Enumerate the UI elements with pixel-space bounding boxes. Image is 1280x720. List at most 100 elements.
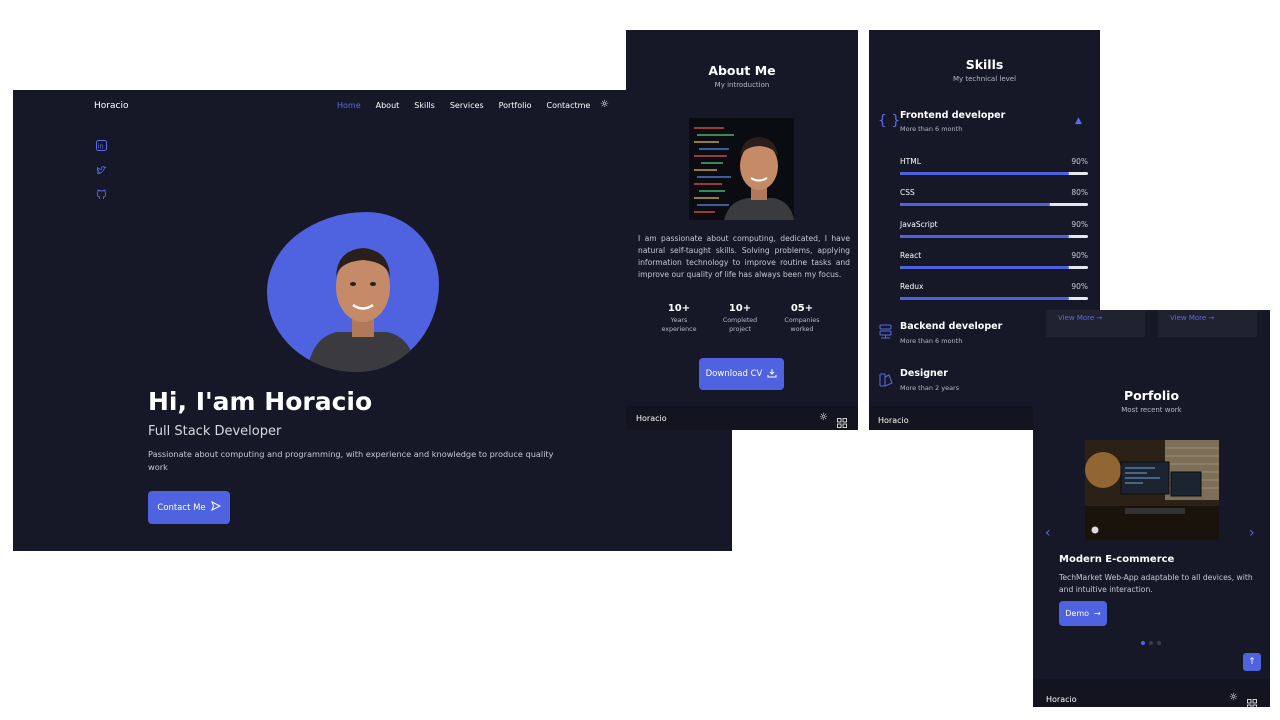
nav-logo[interactable]: Horacio bbox=[94, 101, 128, 111]
stat-projects: 10+ Completed project bbox=[710, 303, 770, 334]
about-photo bbox=[689, 118, 794, 220]
carousel-dot-active[interactable] bbox=[1141, 641, 1145, 645]
send-icon bbox=[210, 500, 221, 514]
skill-bar-fill bbox=[900, 203, 1051, 206]
frontend-title[interactable]: Frontend developer bbox=[900, 110, 1005, 121]
twitter-icon[interactable] bbox=[96, 165, 107, 179]
skill-percent: 90% bbox=[1071, 251, 1088, 260]
chevron-right-icon[interactable]: › bbox=[1249, 526, 1255, 540]
theme-toggle-icon[interactable]: ☼ bbox=[1229, 693, 1238, 703]
backend-title[interactable]: Backend developer bbox=[900, 321, 1002, 332]
menu-grid-icon[interactable] bbox=[837, 413, 847, 430]
portfolio-window: View More → View More → Porfolio Most re… bbox=[1033, 310, 1270, 707]
stat-value: 05+ bbox=[790, 303, 814, 314]
main-nav: Home About Skills Services Portfolio Con… bbox=[337, 101, 590, 110]
skills-subtitle: My technical level bbox=[952, 75, 1017, 83]
skill-name: JavaScript bbox=[900, 220, 938, 229]
skill-bar bbox=[900, 266, 1088, 269]
svg-text:in: in bbox=[98, 144, 104, 151]
skill-bar bbox=[900, 235, 1088, 238]
nav-about[interactable]: About bbox=[376, 101, 400, 110]
skill-name: React bbox=[900, 251, 922, 260]
skill-name: Redux bbox=[900, 282, 924, 291]
nav-skills[interactable]: Skills bbox=[414, 101, 435, 110]
download-icon bbox=[767, 368, 777, 381]
linkedin-icon[interactable]: in bbox=[96, 140, 107, 154]
skill-percent: 90% bbox=[1071, 157, 1088, 166]
carousel-dot[interactable] bbox=[1149, 641, 1153, 645]
view-more-link[interactable]: View More → bbox=[1170, 314, 1214, 322]
skill-bar-fill bbox=[900, 297, 1070, 300]
carousel-dot[interactable] bbox=[1157, 641, 1161, 645]
portfolio-footer-bar: Horacio ☼ bbox=[1033, 679, 1270, 707]
service-card: View More → bbox=[1046, 310, 1145, 337]
demo-button[interactable]: Demo → bbox=[1059, 601, 1107, 626]
stat-label: Years experience bbox=[661, 317, 697, 333]
project-image bbox=[1085, 440, 1219, 540]
contact-me-button[interactable]: Contact Me bbox=[148, 491, 230, 524]
designer-subtitle: More than 2 years bbox=[900, 384, 960, 392]
hero-title: Hi, I'am Horacio bbox=[148, 387, 373, 416]
hero-window: Horacio Home About Skills Services Portf… bbox=[13, 90, 732, 551]
nav-services[interactable]: Services bbox=[450, 101, 484, 110]
frontend-subtitle: More than 6 month bbox=[900, 125, 963, 133]
nav-contactme[interactable]: Contactme bbox=[546, 101, 590, 110]
contact-me-label: Contact Me bbox=[157, 502, 206, 513]
stat-value: 10+ bbox=[728, 303, 752, 314]
designer-title[interactable]: Designer bbox=[900, 368, 948, 379]
footer-logo[interactable]: Horacio bbox=[636, 414, 667, 423]
palette-icon bbox=[879, 373, 893, 390]
nav-portfolio[interactable]: Portfolio bbox=[499, 101, 532, 110]
download-cv-label: Download CV bbox=[705, 369, 763, 379]
github-icon[interactable] bbox=[96, 189, 107, 203]
skill-bar bbox=[900, 297, 1088, 300]
demo-label: Demo bbox=[1065, 609, 1090, 618]
server-icon bbox=[879, 324, 892, 342]
project-description: TechMarket Web-App adaptable to all devi… bbox=[1059, 573, 1253, 594]
profile-photo bbox=[307, 248, 417, 372]
footer-logo[interactable]: Horacio bbox=[1046, 695, 1077, 704]
skill-percent: 90% bbox=[1071, 220, 1088, 229]
skill-percent: 80% bbox=[1071, 188, 1088, 197]
stat-label: Companies worked bbox=[784, 317, 820, 333]
footer-logo[interactable]: Horacio bbox=[878, 416, 909, 425]
skill-bar bbox=[900, 172, 1088, 175]
portfolio-title: Porfolio bbox=[1123, 388, 1180, 403]
chevron-up-icon[interactable]: ▲ bbox=[1075, 116, 1082, 126]
skill-bar-fill bbox=[900, 235, 1070, 238]
about-title: About Me bbox=[708, 63, 776, 78]
theme-toggle-icon[interactable]: ☼ bbox=[819, 413, 828, 423]
skill-name: CSS bbox=[900, 188, 915, 197]
chevron-left-icon[interactable]: ‹ bbox=[1045, 526, 1051, 540]
project-title: Modern E-commerce bbox=[1059, 554, 1175, 565]
profile-blob-image bbox=[267, 212, 439, 372]
about-subtitle: My introduction bbox=[714, 81, 770, 89]
skills-title: Skills bbox=[965, 57, 1004, 72]
portfolio-subtitle: Most recent work bbox=[1121, 406, 1182, 414]
skill-bar-fill bbox=[900, 266, 1070, 269]
arrow-right-icon: → bbox=[1094, 609, 1101, 618]
skill-bar bbox=[900, 203, 1088, 206]
download-cv-button[interactable]: Download CV bbox=[699, 358, 784, 390]
stat-years: 10+ Years experience bbox=[649, 303, 709, 334]
arrow-up-icon: ↑ bbox=[1248, 657, 1256, 667]
skill-name: HTML bbox=[900, 157, 921, 166]
view-more-link[interactable]: View More → bbox=[1058, 314, 1102, 322]
about-window: About Me My introduction I am passionate… bbox=[626, 30, 858, 430]
theme-toggle-icon[interactable]: ☼ bbox=[600, 100, 609, 110]
backend-subtitle: More than 6 month bbox=[900, 337, 963, 345]
about-text: I am passionate about computing, dedicat… bbox=[638, 234, 850, 279]
skill-percent: 90% bbox=[1071, 282, 1088, 291]
stat-value: 10+ bbox=[667, 303, 691, 314]
brackets-icon: { } bbox=[878, 113, 901, 129]
service-card: View More → bbox=[1158, 310, 1257, 337]
skill-bar-fill bbox=[900, 172, 1070, 175]
about-footer-bar: Horacio ☼ bbox=[626, 406, 858, 430]
stat-companies: 05+ Companies worked bbox=[772, 303, 832, 334]
nav-home[interactable]: Home bbox=[337, 101, 361, 110]
stat-label: Completed project bbox=[722, 317, 758, 333]
scroll-up-button[interactable]: ↑ bbox=[1243, 653, 1261, 671]
menu-grid-icon[interactable] bbox=[1247, 694, 1257, 707]
hero-description: Passionate about computing and programmi… bbox=[148, 449, 554, 472]
hero-subtitle: Full Stack Developer bbox=[148, 424, 282, 439]
